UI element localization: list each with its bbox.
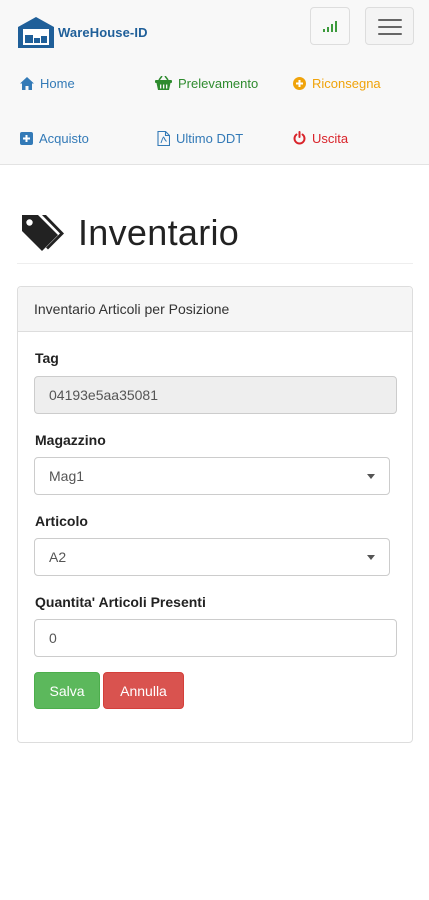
nav-exit[interactable]: Uscita — [293, 128, 348, 148]
nav-picking[interactable]: Prelevamento — [155, 73, 258, 93]
save-button[interactable]: Salva — [34, 672, 100, 709]
nav-last-ddt-label: Ultimo DDT — [176, 130, 244, 146]
quantity-input[interactable]: 0 — [34, 619, 397, 657]
power-icon — [293, 131, 306, 145]
nav-purchase-label: Acquisto — [39, 130, 89, 146]
title-divider — [17, 263, 413, 264]
warehouse-logo-icon — [18, 17, 54, 48]
nav-last-ddt[interactable]: Ultimo DDT — [157, 128, 243, 148]
tags-icon — [22, 215, 64, 251]
navbar: WareHouse-ID Home Prelevamento Riconsegn… — [0, 0, 429, 165]
menu-toggle-button[interactable] — [365, 7, 414, 45]
warehouse-selected-value: Mag1 — [49, 468, 85, 484]
tag-input[interactable]: 04193e5aa35081 — [34, 376, 397, 414]
nav-exit-label: Uscita — [312, 130, 349, 146]
signal-button[interactable] — [310, 7, 350, 45]
page-header: Inventario — [20, 208, 239, 258]
brand[interactable]: WareHouse-ID — [17, 15, 148, 49]
tag-label: Tag — [35, 350, 59, 366]
inventory-panel: Inventario Articoli per Posizione Tag 04… — [17, 286, 413, 743]
nav-return-label: Riconsegna — [312, 75, 381, 91]
plus-square-icon — [20, 131, 33, 145]
home-icon — [20, 76, 34, 90]
pdf-file-icon — [157, 130, 170, 146]
warehouse-label: Magazzino — [35, 432, 106, 448]
plus-circle-icon — [293, 76, 306, 90]
panel-heading: Inventario Articoli per Posizione — [18, 287, 412, 332]
quantity-label: Quantita' Articoli Presenti — [35, 594, 206, 610]
nav-purchase[interactable]: Acquisto — [20, 128, 89, 148]
tag-value: 04193e5aa35081 — [49, 387, 159, 403]
nav-picking-label: Prelevamento — [178, 75, 259, 91]
quantity-value: 0 — [49, 630, 57, 646]
signal-icon — [323, 29, 325, 32]
article-label: Articolo — [35, 513, 88, 529]
brand-name: WareHouse-ID — [58, 24, 148, 40]
page-title: Inventario — [78, 212, 240, 253]
basket-icon — [155, 76, 172, 90]
warehouse-select[interactable]: Mag1 — [34, 457, 390, 495]
chevron-down-icon — [367, 555, 375, 560]
article-selected-value: A2 — [49, 549, 67, 565]
article-select[interactable]: A2 — [34, 538, 390, 576]
nav-return[interactable]: Riconsegna — [293, 73, 381, 93]
cancel-button[interactable]: Annulla — [103, 672, 184, 709]
nav-home-label: Home — [40, 75, 75, 91]
chevron-down-icon — [367, 474, 375, 479]
nav-home[interactable]: Home — [20, 73, 75, 93]
